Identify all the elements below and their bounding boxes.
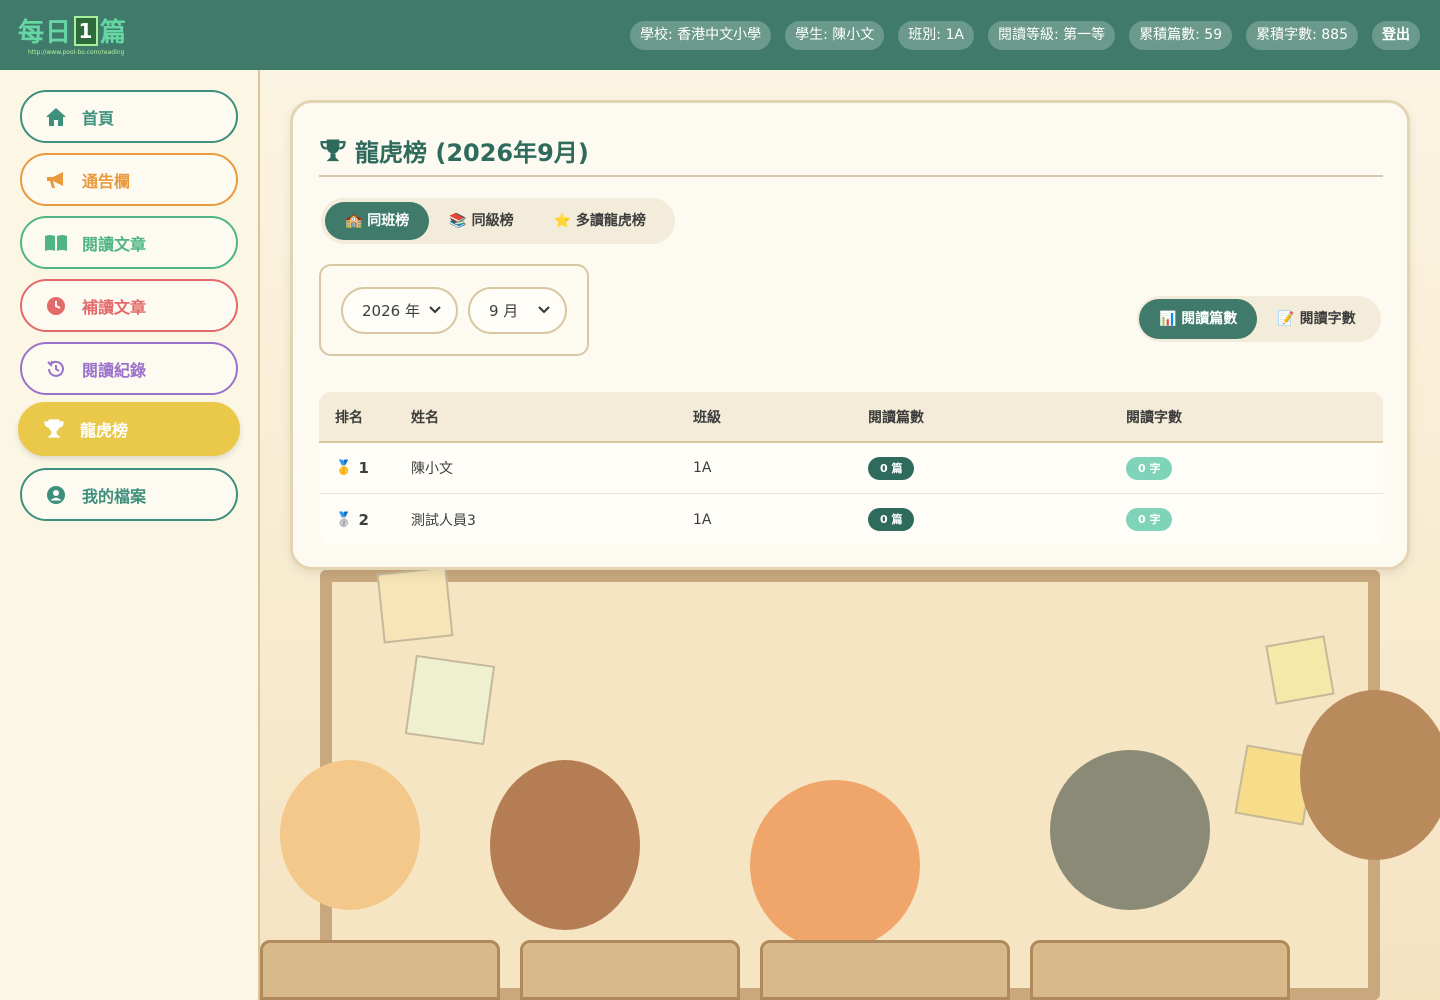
year-select[interactable]: 2026 年 [341, 287, 458, 334]
rank-number: 1 [358, 459, 369, 477]
silver-medal-icon: 🥈 [335, 511, 353, 528]
sidebar-item-reading-history[interactable]: 閱讀紀錄 [20, 342, 238, 395]
table-row: 🥈 2 測試人員3 1A 0 篇 0 字 [319, 494, 1383, 545]
column-header-class: 班級 [693, 409, 721, 426]
month-select-value: 9 月 [489, 302, 519, 320]
leaderboard-table: 排名 姓名 班級 閱讀篇數 閱讀字數 🥇 1 陳小文 1A 0 篇 0 字 🥈 … [319, 392, 1383, 545]
megaphone-icon [44, 168, 68, 192]
articles-cell: 0 篇 [868, 508, 1126, 531]
school-badge: 學校: 香港中文小學 [629, 21, 772, 50]
top-header: 每日 1 篇 http://www.pool-bo.com/reading 學校… [0, 0, 1440, 70]
words-badge: 0 字 [1126, 508, 1173, 531]
metric-toggle: 📊 閱讀篇數 📝 閱讀字數 [1137, 296, 1381, 342]
sidebar-item-label: 閱讀文章 [82, 234, 147, 254]
sidebar-item-label: 通告欄 [82, 171, 131, 191]
page-title-text: 龍虎榜 (2026年9月) [355, 139, 589, 167]
sidebar-item-catchup-articles[interactable]: 補讀文章 [20, 279, 238, 332]
leaderboard-card: 龍虎榜 (2026年9月) 🏫 同班榜 📚 同級榜 ⭐ 多讀龍虎榜 2026 年… [290, 100, 1410, 570]
chevron-down-icon [429, 306, 441, 314]
column-header-rank: 排名 [335, 409, 363, 426]
logout-button[interactable]: 登出 [1372, 21, 1420, 50]
level-badge: 閱讀等級: 第一等 [987, 21, 1116, 50]
logo-wordmark: 每日 1 篇 [18, 12, 138, 49]
tab-most-reading[interactable]: ⭐ 多讀龍虎榜 [534, 202, 666, 240]
sidebar-item-label: 我的檔案 [82, 486, 147, 506]
month-select[interactable]: 9 月 [468, 287, 567, 334]
desk-illustration [260, 940, 500, 1000]
child-illustration [750, 780, 920, 950]
child-illustration [490, 760, 640, 930]
column-header-name: 姓名 [411, 409, 439, 426]
articles-cell: 0 篇 [868, 456, 1126, 480]
desk-illustration [1030, 940, 1290, 1000]
trophy-icon [42, 417, 66, 441]
tab-same-class[interactable]: 🏫 同班榜 [325, 202, 430, 240]
logo-url: http://www.pool-bo.com/reading [28, 49, 125, 56]
sidebar-item-label: 補讀文章 [82, 297, 147, 317]
rank-number: 2 [358, 510, 369, 529]
student-class: 1A [693, 511, 712, 528]
student-badge: 學生: 陳小文 [785, 21, 885, 50]
page-title: 龍虎榜 (2026年9月) [319, 133, 589, 168]
student-class: 1A [693, 460, 712, 476]
student-name: 陳小文 [411, 461, 453, 477]
logo-text-a: 每日 [18, 18, 73, 48]
gold-medal-icon: 🥇 [335, 460, 353, 476]
sidebar-item-read-articles[interactable]: 閱讀文章 [20, 216, 238, 269]
tab-same-grade[interactable]: 📚 同級榜 [429, 202, 533, 240]
words-badge: 0 字 [1126, 456, 1173, 480]
table-header: 排名 姓名 班級 閱讀篇數 閱讀字數 [319, 392, 1383, 443]
toggle-article-count[interactable]: 📊 閱讀篇數 [1139, 299, 1258, 339]
sticky-note-illustration [1265, 635, 1335, 705]
sticky-note-illustration [404, 654, 496, 746]
words-cell: 0 字 [1126, 456, 1383, 480]
child-illustration [280, 760, 420, 910]
sidebar-item-label: 龍虎榜 [80, 421, 129, 440]
sidebar-item-label: 首頁 [82, 108, 115, 128]
sticky-note-illustration [376, 566, 454, 644]
logo-text-b: 篇 [100, 18, 128, 48]
user-circle-icon [44, 483, 68, 507]
sidebar-item-label: 閱讀紀錄 [82, 360, 147, 380]
history-icon [44, 357, 68, 381]
words-cell: 0 字 [1126, 508, 1383, 531]
clock-icon [44, 294, 68, 318]
sidebar-item-leaderboard[interactable]: 龍虎榜 [18, 402, 240, 456]
sidebar-item-my-profile[interactable]: 我的檔案 [20, 468, 238, 521]
table-row: 🥇 1 陳小文 1A 0 篇 0 字 [319, 443, 1383, 494]
user-stats: 學校: 香港中文小學 學生: 陳小文 班別: 1A 閱讀等級: 第一等 累積篇數… [629, 21, 1420, 50]
sidebar-item-announcements[interactable]: 通告欄 [20, 153, 238, 206]
toggle-word-count[interactable]: 📝 閱讀字數 [1257, 299, 1375, 339]
sidebar-item-home[interactable]: 首頁 [20, 90, 238, 143]
desk-illustration [520, 940, 740, 1000]
teacher-illustration [1300, 690, 1440, 860]
class-badge: 班別: 1A [898, 21, 974, 50]
rank-cell: 🥈 2 [319, 511, 411, 529]
rank-cell: 🥇 1 [319, 459, 411, 477]
chevron-down-icon [538, 306, 550, 314]
total-words-badge: 累積字數: 885 [1246, 21, 1358, 50]
sidebar: 首頁 通告欄 閱讀文章 補讀文章 閱讀紀錄 龍虎榜 我的檔案 [0, 70, 260, 1000]
title-divider [319, 175, 1383, 177]
logo[interactable]: 每日 1 篇 http://www.pool-bo.com/reading [18, 12, 138, 58]
trophy-icon [320, 139, 346, 161]
column-header-words: 閱讀字數 [1126, 409, 1182, 426]
year-select-value: 2026 年 [362, 302, 420, 320]
leaderboard-tabs: 🏫 同班榜 📚 同級榜 ⭐ 多讀龍虎榜 [321, 198, 675, 244]
book-icon [44, 231, 68, 255]
home-icon [44, 105, 68, 129]
student-name: 測試人員3 [411, 512, 476, 529]
logo-text-box: 1 [74, 15, 99, 46]
child-illustration [1050, 750, 1210, 910]
articles-badge: 0 篇 [868, 508, 915, 531]
column-header-articles: 閱讀篇數 [868, 409, 924, 426]
date-filter: 2026 年 9 月 [319, 264, 589, 356]
total-articles-badge: 累積篇數: 59 [1129, 21, 1233, 50]
articles-badge: 0 篇 [868, 456, 915, 480]
desk-illustration [760, 940, 1010, 1000]
